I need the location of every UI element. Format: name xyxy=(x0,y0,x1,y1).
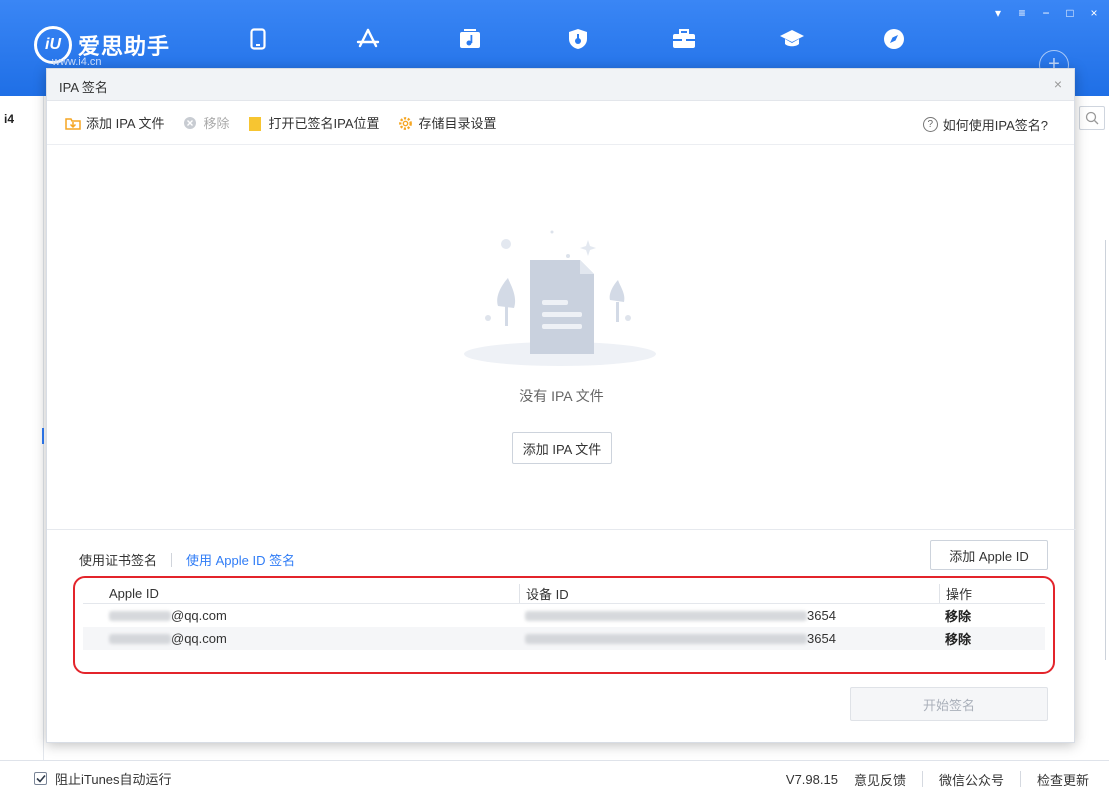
remove-row-button[interactable]: 移除 xyxy=(945,629,971,648)
shield-icon[interactable] xyxy=(564,26,592,52)
close-icon[interactable]: × xyxy=(1054,76,1062,92)
compass-icon[interactable] xyxy=(880,26,908,52)
question-icon: ? xyxy=(922,117,938,132)
start-sign-button[interactable]: 开始签名 xyxy=(850,687,1048,721)
table-row[interactable]: @qq.com 3654 移除 xyxy=(83,627,1045,650)
header-apple-id: Apple ID xyxy=(109,586,159,601)
apple-id-table: Apple ID 设备 ID 操作 @qq.com 3654 移除 @qq.co… xyxy=(73,576,1055,674)
device-id-suffix: 3654 xyxy=(807,631,836,646)
status-separator xyxy=(921,771,923,787)
feedback-link[interactable]: 意见反馈 xyxy=(854,770,906,789)
toolbox-icon[interactable] xyxy=(670,26,698,52)
device-id-suffix: 3654 xyxy=(807,608,836,623)
left-panel-label: i4 xyxy=(4,112,15,126)
empty-document-icon xyxy=(460,226,660,379)
version-label: V7.98.15 xyxy=(785,771,838,787)
dialog-title: IPA 签名 xyxy=(59,80,108,95)
device-id-cell: 3654 xyxy=(519,631,939,646)
action-cell: 移除 xyxy=(939,629,1039,648)
open-signed-location-button[interactable]: 打开已签名IPA位置 xyxy=(248,113,380,132)
remove-icon xyxy=(183,116,199,130)
device-id-cell: 3654 xyxy=(519,608,939,623)
remove-row-button[interactable]: 移除 xyxy=(945,606,971,625)
remove-button[interactable]: 移除 xyxy=(183,113,230,132)
storage-settings-button[interactable]: 存储目录设置 xyxy=(398,113,497,132)
dialog-toolbar: 添加 IPA 文件 移除 打开已签名IPA位置 存储目录设置 ? 如何使用IPA… xyxy=(47,101,1074,145)
add-ipa-button[interactable]: 添加 IPA 文件 xyxy=(65,113,165,132)
background-scrollbar[interactable] xyxy=(1105,240,1106,660)
block-itunes-label[interactable]: 阻止iTunes自动运行 xyxy=(55,769,172,788)
wechat-link[interactable]: 微信公众号 xyxy=(939,770,1004,789)
left-panel xyxy=(0,96,44,760)
apple-id-cell: @qq.com xyxy=(83,631,519,646)
table-header: Apple ID 设备 ID 操作 xyxy=(83,584,1045,604)
add-ipa-empty-button[interactable]: 添加 IPA 文件 xyxy=(512,432,612,464)
remove-label: 移除 xyxy=(203,116,230,131)
tab-apple-id-sign[interactable]: 使用 Apple ID 签名 xyxy=(186,550,295,569)
apple-id-cell: @qq.com xyxy=(83,608,519,623)
open-signed-location-label: 打开已签名IPA位置 xyxy=(268,116,380,131)
graduation-cap-icon[interactable] xyxy=(778,26,806,52)
help-label: 如何使用IPA签名? xyxy=(942,118,1048,133)
header-action: 操作 xyxy=(939,584,1039,603)
ipa-file-list: 没有 IPA 文件 添加 IPA 文件 xyxy=(47,146,1076,529)
redacted-text xyxy=(109,610,171,621)
folder-icon xyxy=(248,116,264,131)
add-ipa-label: 添加 IPA 文件 xyxy=(86,116,165,131)
status-separator xyxy=(1019,771,1021,787)
sign-method-tabs: 使用证书签名 使用 Apple ID 签名 xyxy=(79,550,295,569)
status-right-group: V7.98.15 意见反馈 微信公众号 检查更新 xyxy=(786,761,1089,796)
left-panel-indicator xyxy=(42,428,44,444)
apple-id-suffix: @qq.com xyxy=(171,608,227,623)
brand-url: www.i4.cn xyxy=(52,56,102,68)
status-bar: 阻止iTunes自动运行 V7.98.15 意见反馈 微信公众号 检查更新 xyxy=(0,760,1109,796)
window-controls: ▾ ≡ − □ × xyxy=(991,6,1101,20)
app-store-icon[interactable] xyxy=(354,26,382,52)
storage-settings-label: 存储目录设置 xyxy=(418,116,497,131)
phone-icon[interactable] xyxy=(244,26,272,52)
section-divider xyxy=(47,529,1076,530)
header-device-id: 设备 ID xyxy=(519,584,939,603)
help-link[interactable]: ? 如何使用IPA签名? xyxy=(922,115,1048,134)
skin-icon[interactable]: ▾ xyxy=(991,6,1005,20)
search-icon[interactable] xyxy=(1079,106,1105,130)
minimize-icon[interactable]: − xyxy=(1039,6,1053,20)
table-row[interactable]: @qq.com 3654 移除 xyxy=(83,604,1045,627)
tab-separator xyxy=(171,552,173,567)
add-apple-id-button[interactable]: 添加 Apple ID xyxy=(930,540,1048,570)
action-cell: 移除 xyxy=(939,606,1039,625)
ipa-sign-dialog: IPA 签名 × 添加 IPA 文件 移除 打开已签名IPA位置 存储目录设置 … xyxy=(46,68,1076,743)
add-folder-icon xyxy=(65,116,81,130)
tab-certificate-sign[interactable]: 使用证书签名 xyxy=(79,550,157,569)
check-update-link[interactable]: 检查更新 xyxy=(1037,770,1089,789)
empty-message: 没有 IPA 文件 xyxy=(519,388,604,404)
gear-icon xyxy=(398,116,414,130)
right-panel xyxy=(1075,96,1109,760)
menu-icon[interactable]: ≡ xyxy=(1015,6,1029,20)
apple-id-suffix: @qq.com xyxy=(171,631,227,646)
maximize-icon[interactable]: □ xyxy=(1063,6,1077,20)
music-icon[interactable] xyxy=(456,26,484,52)
block-itunes-checkbox[interactable] xyxy=(34,772,47,785)
close-window-icon[interactable]: × xyxy=(1087,6,1101,20)
redacted-text xyxy=(525,610,807,621)
dialog-title-bar: IPA 签名 × xyxy=(47,69,1074,101)
redacted-text xyxy=(109,633,171,644)
redacted-text xyxy=(525,633,807,644)
